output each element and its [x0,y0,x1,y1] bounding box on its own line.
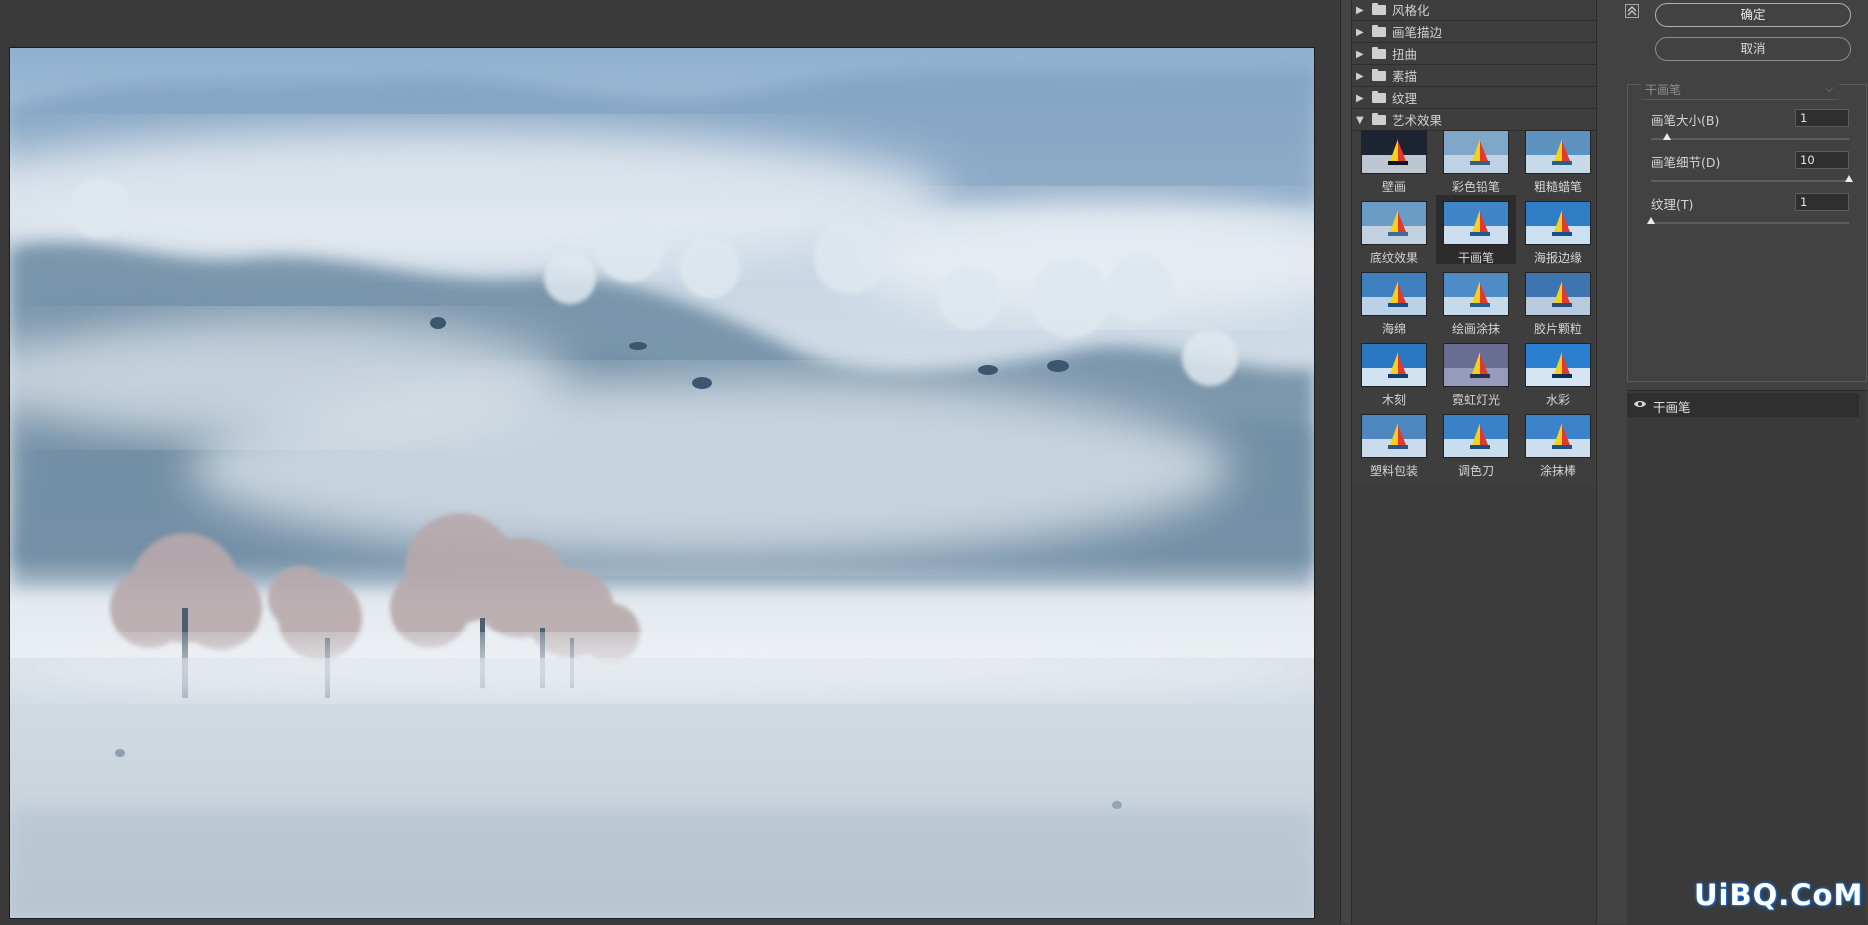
filter-thumb-image [1525,414,1591,458]
collapse-gallery-button[interactable] [1625,4,1639,18]
filter-thumb-label: 胶片颗粒 [1533,322,1582,336]
effect-layers-list: 干画笔 [1627,390,1867,925]
filter-thumb-label: 彩色铅笔 [1451,180,1500,194]
folder-icon [1372,69,1386,81]
filter-thumb[interactable]: 涂抹棒 [1518,408,1598,478]
filter-thumb[interactable]: 干画笔 [1436,195,1516,265]
filter-thumb[interactable]: 海报边缘 [1518,195,1598,265]
filter-thumb-label: 粗糙蜡笔 [1533,180,1582,194]
filter-thumb[interactable]: 壁画 [1354,124,1434,194]
gallery-empty-area [1352,484,1596,924]
filter-thumb-label: 木刻 [1381,393,1406,407]
filter-thumb-label: 塑料包装 [1369,464,1418,478]
filter-thumb-label: 霓虹灯光 [1451,393,1500,407]
triangle-right-icon: ▶ [1356,49,1364,60]
triangle-right-icon: ▶ [1356,71,1364,82]
filter-thumb[interactable]: 塑料包装 [1354,408,1434,478]
filter-preview-image[interactable] [9,47,1315,919]
filter-thumb-image [1443,201,1509,245]
filter-thumb[interactable]: 霓虹灯光 [1436,337,1516,407]
filter-thumb[interactable]: 木刻 [1354,337,1434,407]
filter-thumb[interactable]: 粗糙蜡笔 [1518,124,1598,194]
brush-detail-input[interactable]: 10 [1795,151,1849,169]
category-stylize[interactable]: ▶ 风格化 [1352,0,1596,21]
category-label: 扭曲 [1392,47,1418,62]
folder-icon [1372,3,1386,15]
brush-size-slider[interactable] [1651,138,1849,140]
triangle-right-icon: ▶ [1356,27,1364,38]
category-sketch[interactable]: ▶ 素描 [1352,66,1596,87]
chevron-down-icon: ⌵ [1825,84,1833,95]
filter-thumb-image [1443,414,1509,458]
filter-thumb[interactable]: 绘画涂抹 [1436,266,1516,336]
collapse-up-icon [1627,6,1637,16]
filter-thumb-label: 调色刀 [1457,464,1494,478]
texture-label: 纹理(T) [1651,197,1694,212]
category-distort[interactable]: ▶ 扭曲 [1352,44,1596,65]
filter-thumb-image [1361,272,1427,316]
brush-detail-label: 画笔细节(D) [1651,155,1721,170]
filter-thumb-label: 海报边缘 [1533,251,1582,265]
filter-thumb-image [1525,343,1591,387]
folder-icon [1372,47,1386,59]
brush-detail-slider-thumb[interactable] [1845,175,1853,182]
eye-icon[interactable] [1633,399,1647,409]
brush-size-label: 画笔大小(B) [1651,113,1720,128]
texture-input[interactable]: 1 [1795,193,1849,211]
cancel-button[interactable]: 取消 [1655,37,1851,61]
folder-icon [1372,91,1386,103]
filter-thumb-label: 底纹效果 [1369,251,1418,265]
filter-thumb-image [1361,201,1427,245]
filter-thumb-image [1361,343,1427,387]
folder-icon [1372,25,1386,37]
settings-panel: 确定 取消 干画笔 ⌵ 画笔大小(B) 1 画笔细节(D) 10 纹理(T) 1… [1596,0,1868,925]
category-label: 素描 [1392,69,1418,84]
category-label: 纹理 [1392,91,1418,106]
filter-thumb[interactable]: 彩色铅笔 [1436,124,1516,194]
filter-thumb-label: 水彩 [1545,393,1570,407]
filter-thumb-label: 涂抹棒 [1539,464,1576,478]
filter-thumb[interactable]: 海绵 [1354,266,1434,336]
ok-button[interactable]: 确定 [1655,3,1851,27]
panel-splitter[interactable] [1340,0,1352,924]
filter-thumb-label: 干画笔 [1457,251,1494,265]
filter-thumb-image [1443,343,1509,387]
filter-thumb[interactable]: 底纹效果 [1354,195,1434,265]
category-brush-strokes[interactable]: ▶ 画笔描边 [1352,22,1596,43]
filter-thumb-image [1525,201,1591,245]
filter-select[interactable]: 干画笔 ⌵ [1641,80,1839,100]
filter-thumb-image [1443,272,1509,316]
filter-thumb[interactable]: 调色刀 [1436,408,1516,478]
category-texture[interactable]: ▶ 纹理 [1352,88,1596,109]
brush-size-input[interactable]: 1 [1795,109,1849,127]
filter-thumb-image [1525,130,1591,174]
filter-select-value: 干画笔 [1645,83,1682,97]
filter-gallery: ▶ 风格化 ▶ 画笔描边 ▶ 扭曲 ▶ 素描 ▶ 纹理 ▼ 艺术效果 壁画 彩色铅… [1352,0,1596,924]
filter-thumb-label: 绘画涂抹 [1451,322,1500,336]
filter-thumb-image [1525,272,1591,316]
texture-slider-thumb[interactable] [1647,217,1655,224]
brush-size-slider-thumb[interactable] [1662,133,1671,140]
filter-thumb-label: 壁画 [1381,180,1406,194]
preview-area [0,0,1340,924]
triangle-right-icon: ▶ [1356,93,1364,104]
filter-thumb-label: 海绵 [1381,322,1406,336]
filter-thumb-image [1361,130,1427,174]
filter-thumb-image [1443,130,1509,174]
effect-layer-row[interactable]: 干画笔 [1627,393,1859,417]
brush-detail-slider[interactable] [1651,180,1849,182]
filter-thumb-image [1361,414,1427,458]
effect-layer-name: 干画笔 [1653,400,1691,415]
category-label: 风格化 [1392,3,1430,18]
site-watermark: UiBQ.CoM [1694,878,1864,912]
category-label: 画笔描边 [1392,25,1443,40]
triangle-right-icon: ▶ [1356,5,1364,16]
filter-thumb[interactable]: 水彩 [1518,337,1598,407]
filter-thumb[interactable]: 胶片颗粒 [1518,266,1598,336]
texture-slider[interactable] [1651,222,1849,224]
